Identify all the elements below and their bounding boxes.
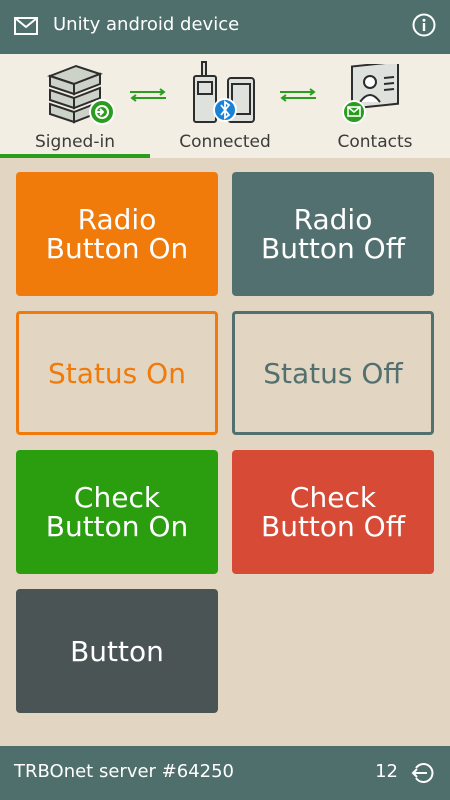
info-icon[interactable] <box>412 13 436 37</box>
status-off-button[interactable]: Status Off <box>232 311 434 435</box>
mail-icon[interactable] <box>14 16 38 36</box>
server-name: TRBOnet server #64250 <box>14 761 235 782</box>
check-button-off[interactable]: Check Button Off <box>232 450 434 574</box>
radio-button-off[interactable]: Radio Button Off <box>232 172 434 296</box>
radio-button-on[interactable]: Radio Button On <box>16 172 218 296</box>
server-count: 12 <box>375 761 398 782</box>
logout-icon[interactable] <box>410 760 436 786</box>
status-connected[interactable]: Connected <box>150 54 300 158</box>
server-icon <box>47 64 115 125</box>
active-tab-underline <box>0 154 150 158</box>
status-contacts[interactable]: Contacts <box>300 54 450 158</box>
radio-phone-icon <box>193 61 255 123</box>
status-label: Signed-in <box>35 132 115 152</box>
app-title: Unity android device <box>53 14 240 35</box>
status-signed-in[interactable]: Signed-in <box>0 54 150 158</box>
contacts-icon <box>342 64 399 124</box>
status-bar: Signed-in Connected Contacts <box>0 54 450 158</box>
status-label: Connected <box>179 132 271 152</box>
status-on-button[interactable]: Status On <box>16 311 218 435</box>
check-button-on[interactable]: Check Button On <box>16 450 218 574</box>
top-app-bar: Unity android device <box>0 0 450 54</box>
status-label: Contacts <box>337 132 413 152</box>
generic-button[interactable]: Button <box>16 589 218 713</box>
bottom-bar: TRBOnet server #64250 12 <box>0 746 450 800</box>
